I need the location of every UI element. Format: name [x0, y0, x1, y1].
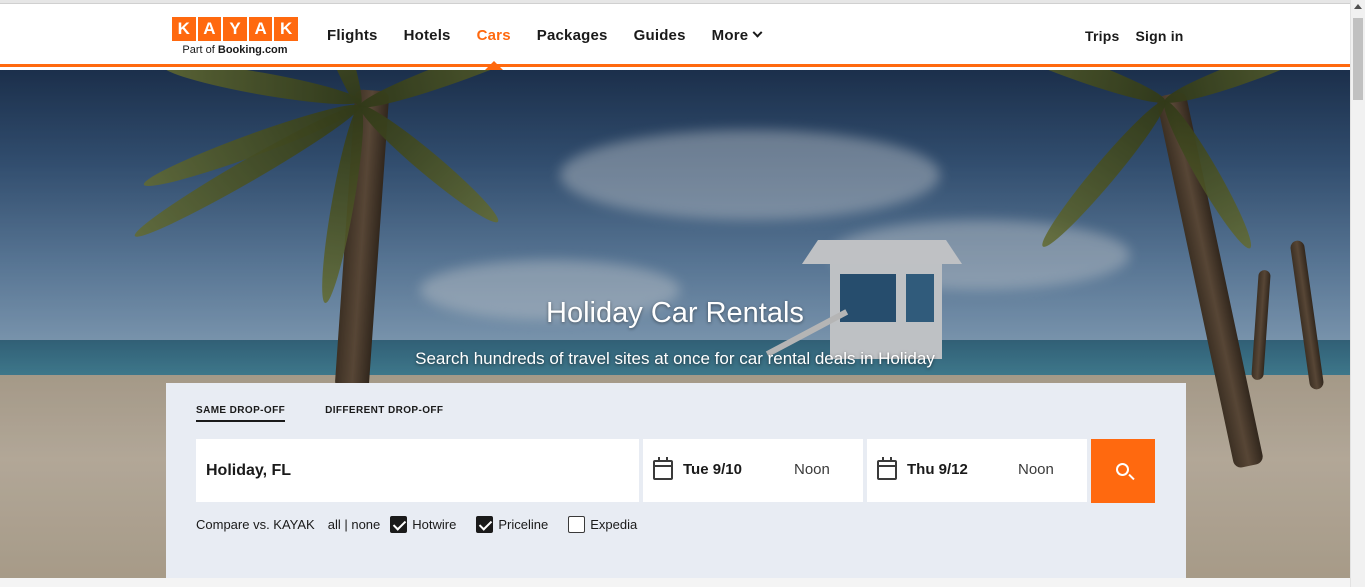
chevron-down-icon — [752, 27, 763, 38]
checkbox-unchecked-icon[interactable] — [568, 516, 586, 533]
hero-subtitle: Search hundreds of travel sites at once … — [415, 349, 935, 368]
nav-cars[interactable]: Cars — [476, 4, 511, 70]
compare-label: Compare vs. KAYAK — [196, 517, 315, 532]
logo-letter: A — [248, 17, 273, 41]
compare-option-expedia[interactable]: Expedia — [568, 516, 637, 533]
nav-sign-in[interactable]: Sign in — [1135, 4, 1183, 67]
nav-trips[interactable]: Trips — [1085, 4, 1119, 67]
site-header: K A Y A K Part of Booking.com Flights Ho… — [0, 4, 1350, 70]
dropoff-date: Thu 9/12 — [907, 461, 968, 478]
checkbox-checked-icon[interactable] — [390, 516, 408, 533]
nav-hotels[interactable]: Hotels — [404, 4, 451, 67]
scroll-up-arrow-icon[interactable] — [1354, 4, 1362, 9]
nav-flights[interactable]: Flights — [327, 4, 378, 67]
nav-guides[interactable]: Guides — [634, 4, 686, 67]
location-value: Holiday, FL — [206, 461, 292, 479]
logo-subtitle: Part of Booking.com — [172, 44, 298, 56]
nav-label: Guides — [633, 27, 686, 44]
search-icon — [1116, 463, 1129, 476]
nav-label: Hotels — [403, 27, 451, 44]
option-label: Expedia — [590, 517, 638, 532]
checkbox-checked-icon[interactable] — [476, 516, 494, 533]
compare-option-hotwire[interactable]: Hotwire — [390, 516, 456, 533]
nav-label: Cars — [476, 27, 511, 44]
dropoff-time[interactable]: Noon — [1018, 461, 1054, 478]
scrollbar-thumb[interactable] — [1353, 18, 1363, 100]
nav-label: Sign in — [1135, 27, 1184, 44]
main-nav: Flights Hotels Cars Packages Guides More — [327, 4, 787, 70]
search-button[interactable] — [1091, 439, 1155, 503]
kayak-logo[interactable]: K A Y A K Part of Booking.com — [172, 17, 298, 56]
calendar-icon — [653, 457, 673, 480]
logo-letter: K — [172, 17, 196, 41]
logo-letter: K — [274, 17, 298, 41]
tab-same-drop-off[interactable]: SAME DROP-OFF — [196, 405, 286, 422]
compare-option-priceline[interactable]: Priceline — [476, 516, 548, 533]
option-label: Hotwire — [412, 517, 457, 532]
nav-more[interactable]: More — [711, 4, 763, 67]
car-search-panel: SAME DROP-OFF DIFFERENT DROP-OFF Holiday… — [166, 383, 1186, 578]
tab-different-drop-off[interactable]: DIFFERENT DROP-OFF — [325, 405, 443, 422]
logo-letters: K A Y A K — [172, 17, 298, 41]
account-nav: Trips Sign in — [1085, 4, 1200, 67]
pickup-location-input[interactable]: Holiday, FL — [196, 439, 639, 502]
pickup-time[interactable]: Noon — [794, 461, 830, 478]
dropoff-date-field[interactable]: Thu 9/12 Noon — [867, 439, 1087, 502]
nav-packages[interactable]: Packages — [537, 4, 608, 67]
pickup-date: Tue 9/10 — [683, 461, 742, 478]
nav-label: Trips — [1085, 27, 1120, 44]
page-bottom-strip — [0, 578, 1350, 587]
logo-sub-brand: Booking.com — [217, 44, 288, 56]
calendar-icon — [877, 457, 897, 480]
nav-label: Flights — [327, 27, 378, 44]
logo-sub-prefix: Part of — [182, 44, 215, 56]
active-caret-icon — [484, 61, 503, 70]
logo-letter: Y — [223, 17, 247, 41]
vertical-scrollbar[interactable] — [1350, 0, 1365, 587]
hero-title: Holiday Car Rentals — [546, 297, 804, 329]
nav-label: More — [711, 27, 749, 44]
nav-label: Packages — [536, 27, 608, 44]
all-none-toggle[interactable]: all | none — [328, 517, 381, 532]
compare-row: Compare vs. KAYAK all | none Hotwire Pri… — [196, 516, 657, 533]
dropoff-tabs: SAME DROP-OFF DIFFERENT DROP-OFF — [196, 405, 443, 422]
option-label: Priceline — [498, 517, 549, 532]
logo-letter: A — [197, 17, 222, 41]
pickup-date-field[interactable]: Tue 9/10 Noon — [643, 439, 863, 502]
